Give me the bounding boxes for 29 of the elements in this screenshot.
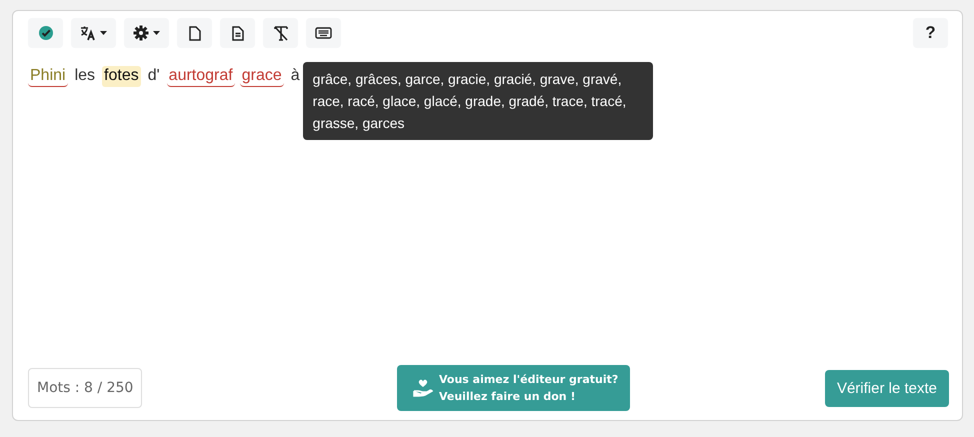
text-word: d' [146,66,161,86]
gear-icon [133,25,149,41]
toolbar-button[interactable] [220,18,255,48]
caret-icon [153,31,160,35]
toolbar-button[interactable] [124,18,169,48]
toolbar-button[interactable] [177,18,212,48]
clear-format-icon [272,25,288,41]
verify-text-button[interactable]: Vérifier le texte [824,370,949,406]
suggestions-tooltip: grâce, grâces, garce, gracie, gracié, grave, gravé, race, racé, glace, glacé, grade, gradé, trace, tracé, grasse, garces [302,62,653,140]
toolbar-button[interactable] [71,18,116,48]
toolbar-button[interactable] [306,18,341,48]
caret-icon [100,31,107,35]
keyboard-icon [315,27,332,39]
document-icon [232,26,244,40]
toolbar-button[interactable] [28,18,63,48]
text-word: à [290,66,301,86]
heart-hand-icon [412,379,433,397]
donate-button[interactable]: Vous aimez l'éditeur gratuit? Veuillez faire un don ! [396,365,630,411]
translate-icon [80,25,96,41]
word-count: Mots : 8 / 250 [28,368,142,408]
file-icon [188,26,200,40]
misspelled-word[interactable]: grace [240,66,284,87]
highlighted-word[interactable]: fotes [102,66,141,87]
text-word: les [74,66,96,86]
style-suggestion-word[interactable]: Phini [28,66,68,87]
help-button[interactable]: ? [913,18,948,48]
misspelled-word[interactable]: aurtograf [166,66,235,87]
check-badge-icon [38,25,54,41]
toolbar-button[interactable] [263,18,298,48]
